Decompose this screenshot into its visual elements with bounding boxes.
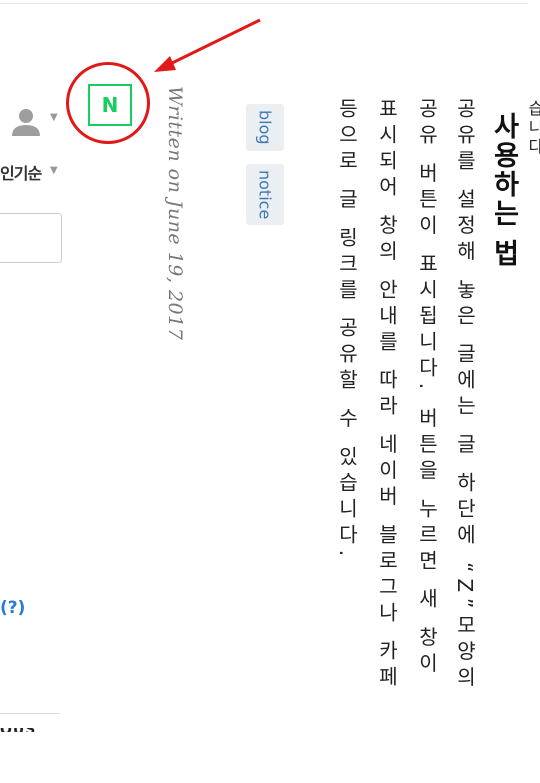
paragraph-line: 등으로 글 링크를 공유할 수 있습니다. — [335, 98, 359, 563]
help-link[interactable]: (?) — [0, 598, 25, 618]
tag-blog[interactable]: blog — [246, 104, 284, 151]
section-title: 사용하는 법 — [488, 112, 519, 269]
post-date: Written on June 19, 2017 — [164, 86, 186, 341]
paragraph-line: 공유 버튼이 표시됩니다. 버튼을 누르면 새 창이 — [415, 98, 439, 679]
user-avatar-icon[interactable] — [8, 106, 44, 136]
tag-label: blog — [255, 110, 275, 145]
section-heading: OUS — [0, 728, 36, 732]
sort-dropdown-icon[interactable]: ▼ — [50, 165, 58, 176]
paragraph-line: 표시되어 창의 안내를 따라 네이버 블로그나 카페 — [375, 98, 399, 693]
avatar-dropdown-icon[interactable]: ▼ — [50, 112, 58, 123]
top-divider — [0, 0, 528, 4]
tag-label: notice — [255, 170, 275, 220]
section-divider — [0, 713, 60, 714]
previous-paragraph-fragment: 습니다 — [525, 100, 540, 157]
annotation-circle — [66, 62, 150, 144]
tag-notice[interactable]: notice — [246, 164, 284, 226]
comment-input[interactable] — [0, 213, 62, 263]
comment-sort-select[interactable]: 인기순 — [0, 160, 42, 184]
paragraph-line: 공유를 설정해 놓은 글에는 글 하단에 “Z”모양의 — [453, 98, 477, 693]
